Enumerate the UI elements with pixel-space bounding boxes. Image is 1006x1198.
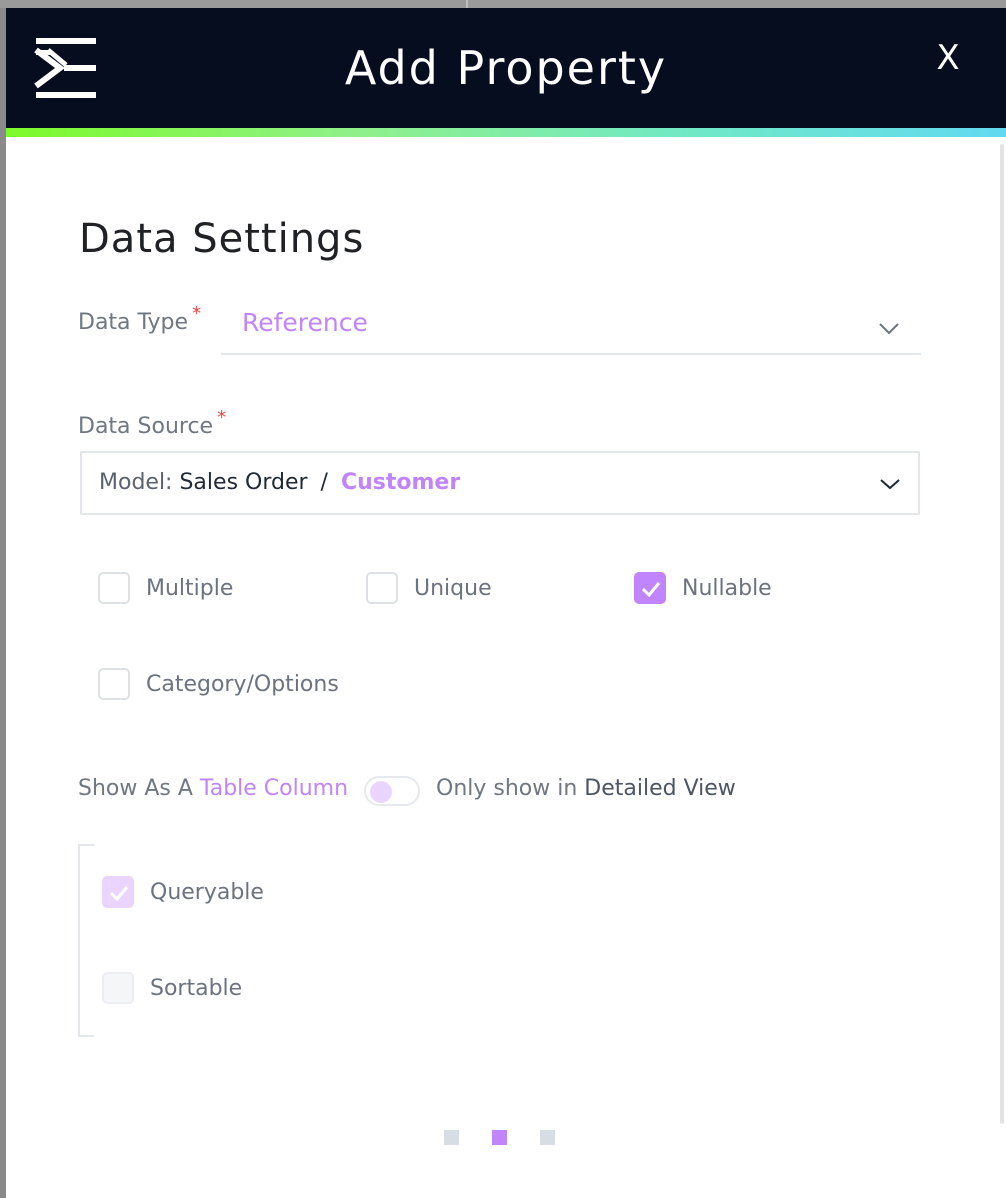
queryable-checkbox[interactable] — [102, 876, 134, 908]
model-value: Sales Order — [179, 470, 308, 495]
table-column-option: Show As A Table Column — [78, 776, 348, 801]
data-type-select[interactable]: Reference — [221, 300, 921, 355]
queryable-label: Queryable — [150, 880, 264, 905]
unique-label: Unique — [414, 576, 492, 601]
checkmark-icon — [641, 582, 661, 598]
model-prefix: Model: — [99, 470, 173, 495]
nullable-label: Nullable — [682, 576, 772, 601]
detailed-view-label: Detailed View — [584, 776, 736, 801]
nullable-checkbox[interactable] — [634, 572, 666, 604]
required-marker: * — [192, 303, 202, 324]
sortable-label: Sortable — [150, 976, 243, 1001]
header-gradient-bar — [6, 128, 1006, 137]
data-type-value: Reference — [242, 308, 368, 337]
entity-value: Customer — [340, 470, 461, 495]
column-view-toggle[interactable] — [364, 776, 420, 806]
brand-logo-icon — [34, 38, 96, 98]
modal-header: Add Property X — [6, 8, 1006, 128]
required-marker: * — [217, 407, 227, 428]
page-indicator-3[interactable] — [540, 1130, 555, 1145]
multiple-label: Multiple — [146, 576, 234, 601]
chevron-down-icon — [880, 479, 900, 490]
modal-title: Add Property — [344, 41, 668, 95]
data-source-value: Model: Sales Order / Customer — [99, 470, 460, 495]
page-indicator-1[interactable] — [444, 1130, 459, 1145]
toggle-knob — [370, 781, 392, 803]
data-source-label: Data Source — [78, 414, 214, 439]
category-options-checkbox[interactable] — [98, 668, 130, 700]
only-show-prefix: Only show in — [436, 776, 578, 801]
column-options-bracket — [78, 844, 94, 1037]
path-separator: / — [320, 470, 328, 495]
backdrop-divider — [466, 0, 468, 8]
detailed-view-option: Only show in Detailed View — [436, 776, 736, 801]
multiple-checkbox[interactable] — [98, 572, 130, 604]
category-options-label: Category/Options — [146, 672, 339, 697]
data-type-label-group: Data Type * — [78, 303, 201, 335]
table-column-label: Table Column — [199, 776, 349, 801]
section-title: Data Settings — [79, 216, 365, 262]
show-as-prefix: Show As A — [78, 776, 193, 801]
page-indicator-2-active[interactable] — [492, 1130, 507, 1145]
checkmark-icon — [109, 886, 129, 902]
chevron-down-icon — [879, 323, 899, 335]
close-button[interactable]: X — [928, 38, 968, 78]
data-source-label-group: Data Source * — [78, 407, 226, 439]
data-source-select[interactable]: Model: Sales Order / Customer — [80, 451, 920, 515]
data-type-label: Data Type — [78, 310, 189, 335]
scrollbar[interactable] — [1000, 144, 1004, 1124]
unique-checkbox[interactable] — [366, 572, 398, 604]
add-property-modal: Add Property X Data Settings Data Type * … — [6, 8, 1006, 1198]
backdrop — [0, 0, 1006, 8]
sortable-checkbox[interactable] — [102, 972, 134, 1004]
